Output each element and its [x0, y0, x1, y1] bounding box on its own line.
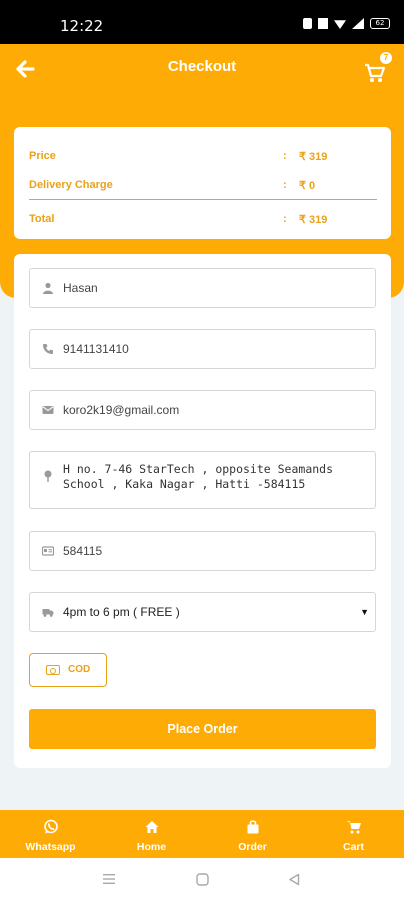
nav-home-label: Home	[136, 841, 167, 853]
phone-field[interactable]: 9141131410	[29, 329, 376, 369]
nav-whatsapp[interactable]: Whatsapp	[0, 810, 101, 858]
order-summary-card: Price : ₹ 319 Delivery Charge : ₹ 0 Tota…	[14, 127, 391, 239]
nav-order[interactable]: Order	[202, 810, 303, 858]
price-row: Price : ₹ 319	[29, 150, 377, 168]
name-field[interactable]: Hasan	[29, 268, 376, 308]
price-value: ₹ 319	[299, 151, 328, 163]
total-row: Total : ₹ 319	[29, 213, 377, 231]
system-nav-bar	[0, 858, 404, 900]
delivery-charge-colon: :	[283, 179, 287, 191]
cod-payment-button[interactable]: COD	[29, 653, 107, 687]
cash-icon	[46, 665, 60, 675]
truck-icon	[42, 609, 54, 617]
battery-icon: 62	[370, 18, 390, 29]
shopping-bag-icon	[247, 820, 258, 834]
chevron-down-icon: ▼	[360, 607, 369, 617]
page-title: Checkout	[167, 58, 237, 75]
home-icon	[145, 821, 158, 833]
cart-icon	[346, 821, 361, 834]
nav-whatsapp-label: Whatsapp	[25, 841, 76, 853]
status-icons: 62	[303, 18, 390, 29]
price-colon: :	[283, 150, 287, 162]
map-pin-icon	[44, 470, 52, 482]
delivery-slot-value: 4pm to 6 pm ( FREE )	[63, 605, 180, 619]
status-bar: 12:22 62	[0, 0, 404, 44]
address-field[interactable]: H no. 7-46 StarTech , opposite Seamands …	[29, 451, 376, 509]
status-time: 12:22	[60, 17, 104, 35]
nav-cart-label: Cart	[342, 841, 364, 853]
id-card-icon	[42, 546, 54, 556]
summary-divider	[29, 199, 377, 200]
total-colon: :	[283, 213, 287, 225]
wifi-icon	[334, 20, 346, 29]
name-value: Hasan	[63, 281, 98, 295]
user-icon	[43, 282, 53, 294]
sim-icon	[303, 18, 312, 29]
place-order-button[interactable]: Place Order	[29, 709, 376, 749]
recents-icon[interactable]	[102, 873, 116, 885]
delivery-slot-select[interactable]: 4pm to 6 pm ( FREE ) ▼	[29, 592, 376, 632]
delivery-charge-row: Delivery Charge : ₹ 0	[29, 179, 377, 197]
nav-cart[interactable]: Cart	[303, 810, 404, 858]
signal-strength-icon	[318, 18, 328, 29]
address-value: H no. 7-46 StarTech , opposite Seamands …	[63, 462, 334, 491]
nav-order-label: Order	[238, 841, 267, 853]
phone-icon	[43, 344, 53, 354]
total-value: ₹ 319	[299, 214, 328, 226]
cart-icon	[365, 63, 386, 82]
bottom-nav: Whatsapp Home Order Cart	[0, 810, 404, 858]
email-field[interactable]: koro2k19@gmail.com	[29, 390, 376, 430]
total-label: Total	[29, 213, 55, 225]
cart-count-badge: 7	[380, 52, 392, 64]
envelope-icon	[42, 406, 54, 414]
cell-signal-icon	[352, 18, 364, 29]
cod-label: COD	[68, 664, 91, 675]
back-triangle-icon[interactable]	[288, 873, 300, 886]
delivery-charge-value: ₹ 0	[299, 180, 316, 192]
pincode-field[interactable]: 584115	[29, 531, 376, 571]
checkout-form-card: Hasan 9141131410 koro2k19@gmail.com H no…	[14, 254, 391, 768]
header-cart-button[interactable]: 7	[364, 52, 392, 84]
pincode-value: 584115	[63, 544, 103, 558]
email-value: koro2k19@gmail.com	[63, 403, 180, 417]
whatsapp-icon	[43, 819, 58, 834]
phone-value: 9141131410	[63, 342, 129, 356]
delivery-charge-label: Delivery Charge	[29, 179, 113, 191]
home-button-icon[interactable]	[196, 873, 209, 886]
nav-home[interactable]: Home	[101, 810, 202, 858]
price-label: Price	[29, 150, 56, 162]
